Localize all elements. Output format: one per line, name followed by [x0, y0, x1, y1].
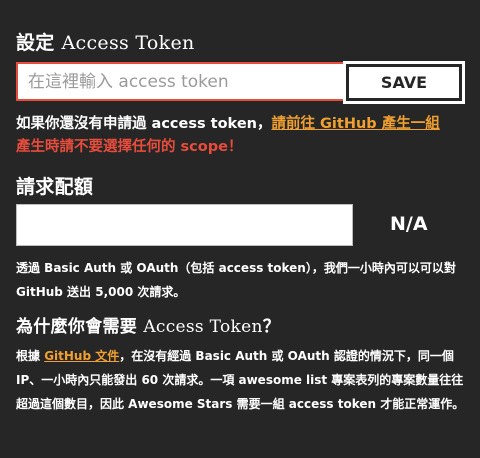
github-docs-link[interactable]: GitHub 文件: [44, 349, 119, 363]
token-hint: 如果你還沒有申請過 access token，請前往 GitHub 產生一組 產…: [16, 113, 466, 159]
why-heading-latin: Access Token: [143, 317, 263, 337]
access-token-heading-latin: Access Token: [61, 32, 195, 54]
why-description: 根據 GitHub 文件，在沒有經過 Basic Auth 或 OAuth 認證…: [16, 344, 468, 416]
save-button[interactable]: SAVE: [346, 64, 462, 101]
quota-value: N/A: [390, 213, 428, 235]
access-token-heading: 設定 Access Token: [16, 28, 195, 55]
why-heading-cjk-1: 為什麼你會需要: [16, 317, 144, 337]
scope-warning: 產生時請不要選擇任何的 scope！: [16, 139, 243, 155]
generate-token-link[interactable]: 請前往 GitHub 產生一組: [271, 116, 439, 132]
quota-heading: 請求配額: [16, 176, 94, 198]
why-heading: 為什麼你會需要 Access Token？: [16, 312, 280, 337]
why-description-prefix: 根據: [16, 349, 45, 363]
access-token-input[interactable]: [16, 62, 346, 101]
quota-display-box: [16, 204, 353, 246]
token-hint-text: 如果你還沒有申請過 access token，: [16, 116, 272, 132]
access-token-heading-cjk: 設定: [16, 32, 62, 54]
quota-description: 透過 Basic Auth 或 OAuth（包括 access token），我…: [16, 261, 456, 299]
why-heading-cjk-2: ？: [262, 317, 281, 337]
